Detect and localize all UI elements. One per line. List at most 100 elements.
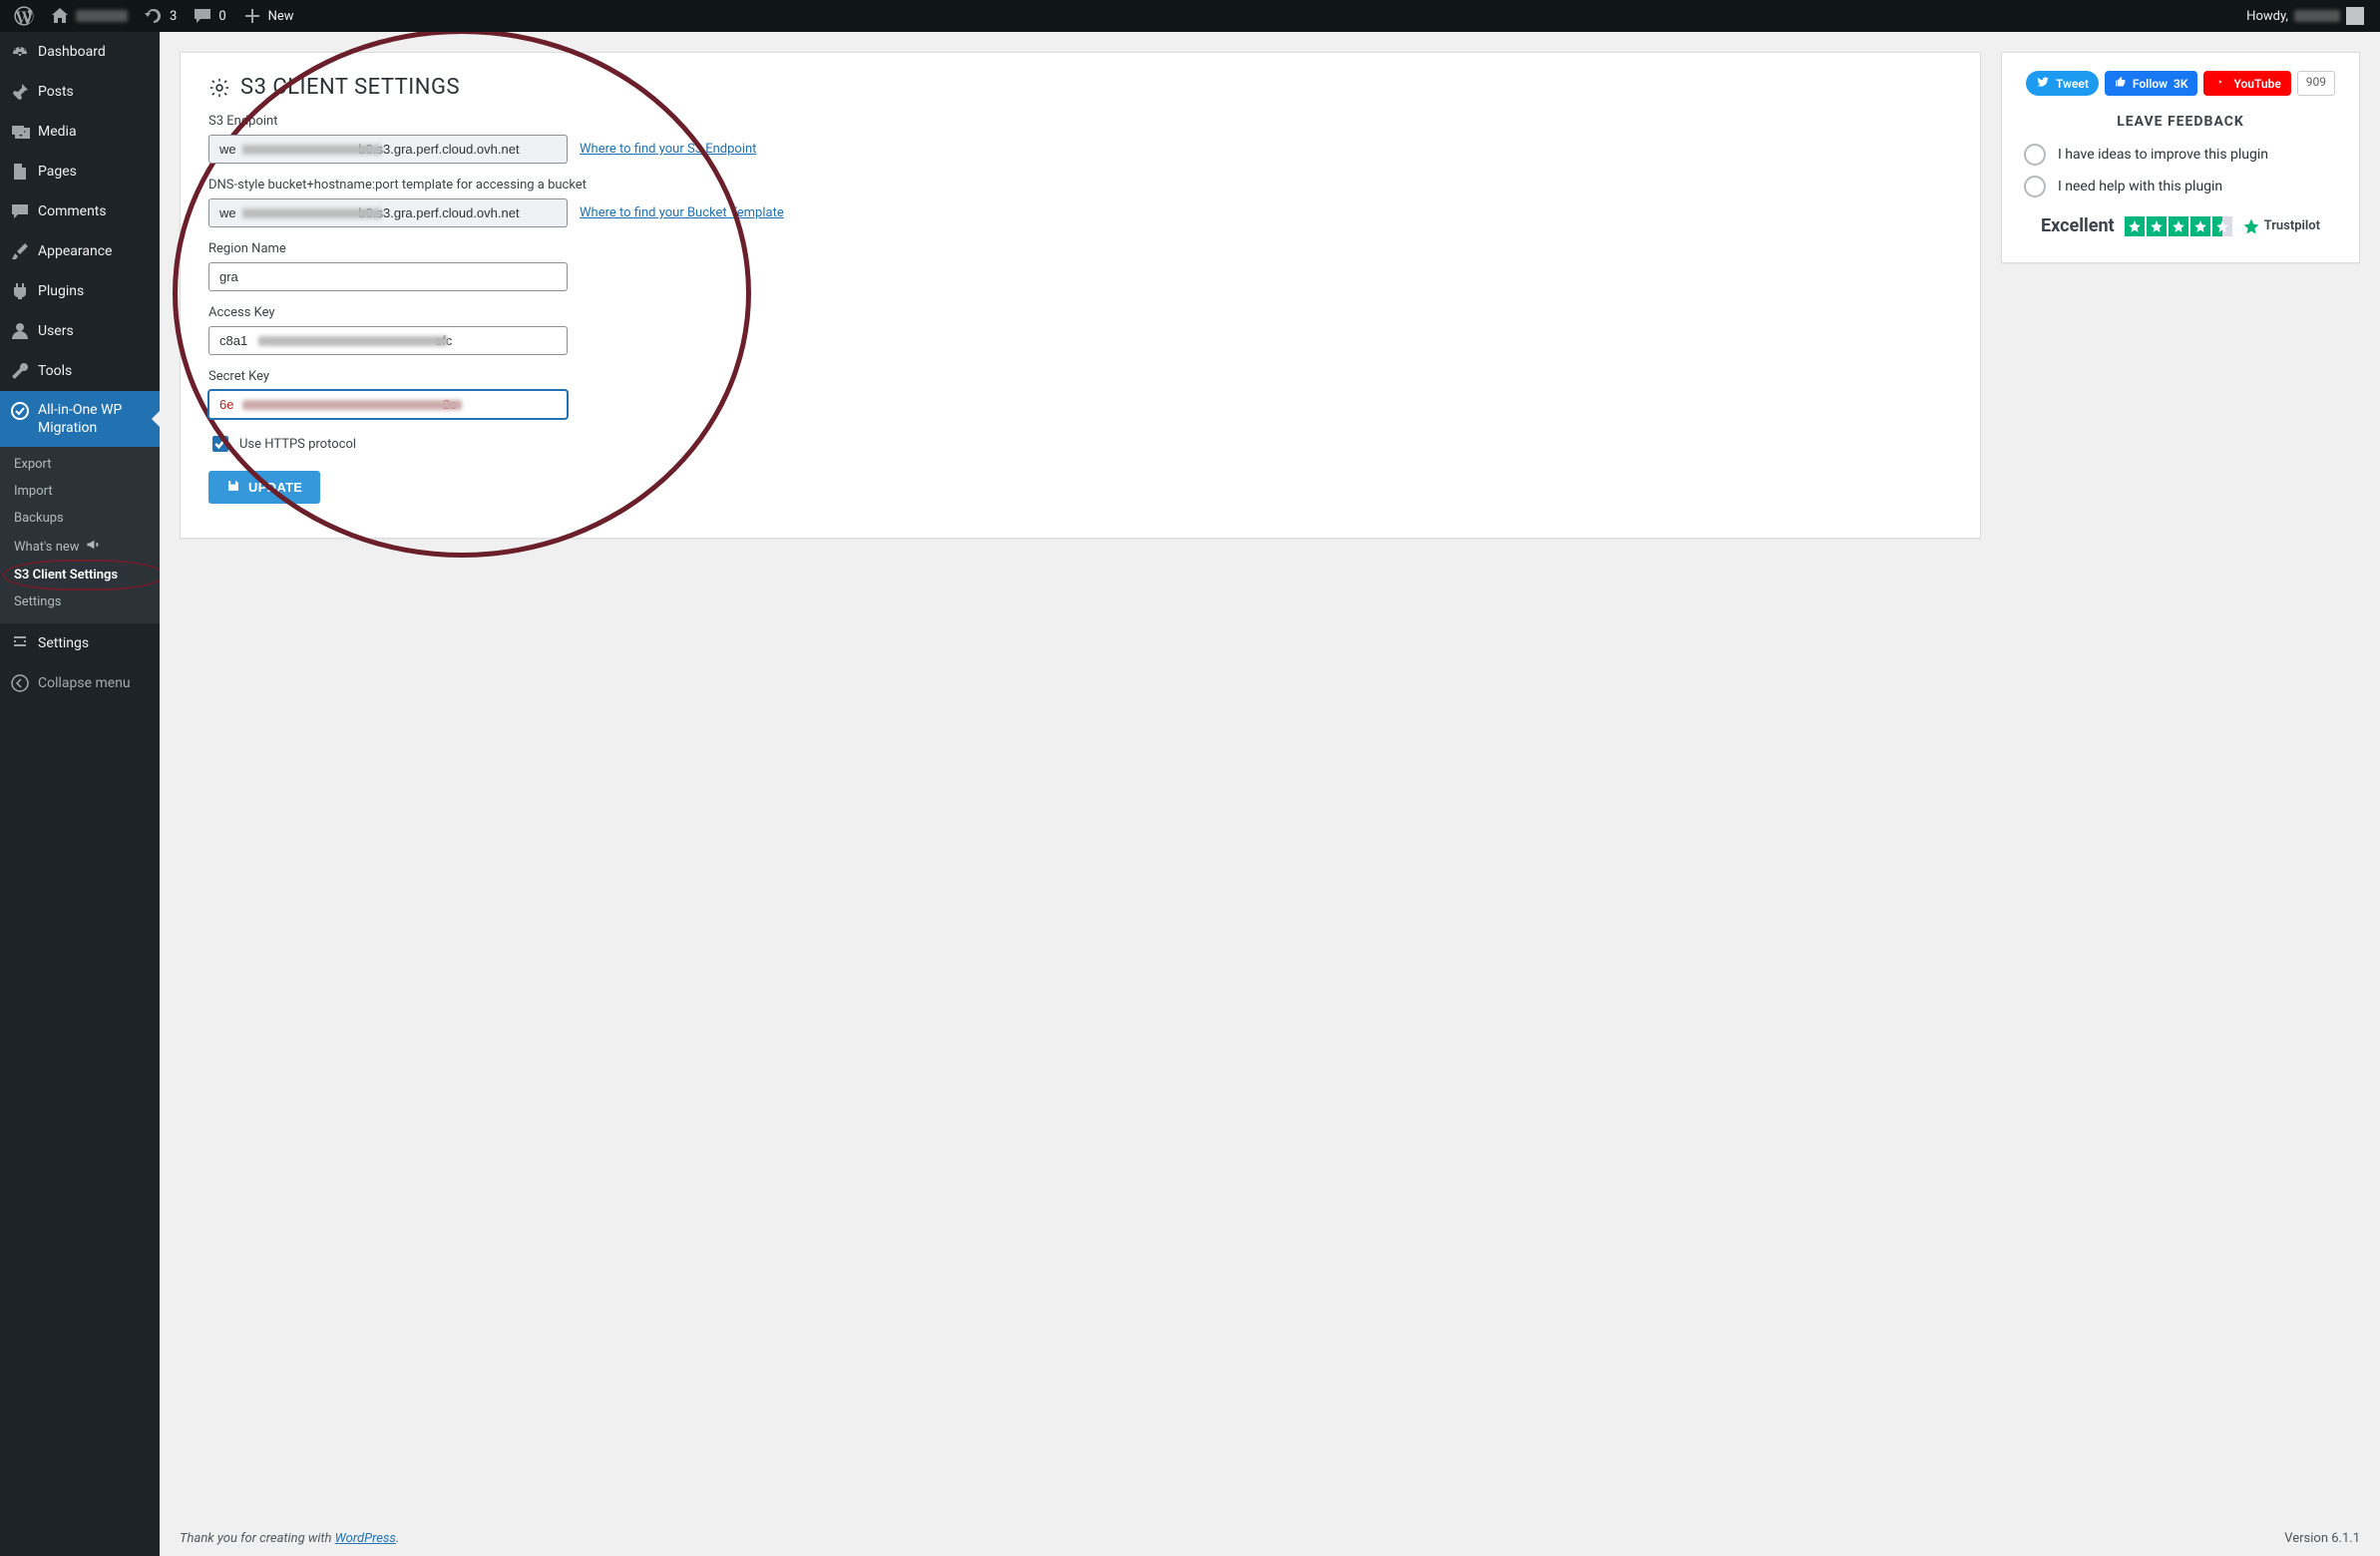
sidebar-item-dashboard[interactable]: Dashboard bbox=[0, 32, 160, 72]
settings-icon bbox=[10, 633, 30, 653]
wp-logo-menu[interactable] bbox=[6, 0, 42, 32]
pages-icon bbox=[10, 162, 30, 182]
thumbs-up-icon bbox=[2115, 76, 2127, 91]
sidebar-item-comments[interactable]: Comments bbox=[0, 192, 160, 231]
secret-label: Secret Key bbox=[208, 369, 1952, 384]
submenu-label: What's new bbox=[14, 540, 80, 555]
feedback-option-2-label: I need help with this plugin bbox=[2058, 179, 2222, 194]
ai1wm-sub-export[interactable]: Export bbox=[0, 451, 160, 478]
admin-footer: Thank you for creating with WordPress. V… bbox=[180, 1531, 2360, 1546]
migration-icon bbox=[10, 401, 30, 421]
account-menu[interactable]: Howdy, bbox=[2238, 0, 2372, 32]
youtube-button[interactable]: YouTube bbox=[2203, 71, 2290, 96]
users-icon bbox=[10, 321, 30, 341]
sidebar-item-collapse[interactable]: Collapse menu bbox=[0, 663, 160, 703]
fb-follow-count: 3K bbox=[2174, 77, 2187, 91]
update-button[interactable]: UPDATE bbox=[208, 471, 320, 504]
feedback-option-1-label: I have ideas to improve this plugin bbox=[2058, 147, 2268, 163]
twitter-tweet-button[interactable]: Tweet bbox=[2026, 71, 2099, 96]
updates-count: 3 bbox=[170, 9, 177, 24]
gear-icon bbox=[208, 77, 230, 99]
admin-sidebar: Dashboard Posts Media Pages Comments App… bbox=[0, 32, 160, 1556]
feedback-option-1-radio[interactable] bbox=[2024, 144, 2046, 166]
region-input[interactable] bbox=[208, 262, 568, 291]
s3-settings-panel: S3 CLIENT SETTINGS S3 Endpoint Where to … bbox=[180, 52, 1981, 539]
comments-menu[interactable]: 0 bbox=[185, 0, 233, 32]
updates-menu[interactable]: 3 bbox=[136, 0, 185, 32]
ai1wm-submenu: Export Import Backups What's new S3 Clie… bbox=[0, 447, 160, 623]
submenu-label: Import bbox=[14, 484, 53, 499]
tweet-label: Tweet bbox=[2056, 77, 2089, 91]
sidebar-item-label: Posts bbox=[38, 84, 74, 100]
ai1wm-sub-import[interactable]: Import bbox=[0, 478, 160, 505]
pin-icon bbox=[10, 82, 30, 102]
star-icon bbox=[2147, 216, 2167, 236]
collapse-icon bbox=[10, 673, 30, 693]
howdy-prefix: Howdy, bbox=[2246, 9, 2288, 24]
fb-follow-label: Follow bbox=[2133, 77, 2168, 91]
submenu-label: Backups bbox=[14, 511, 64, 526]
https-checkbox[interactable] bbox=[212, 436, 228, 452]
page-title-text: S3 CLIENT SETTINGS bbox=[240, 75, 460, 100]
sidebar-item-tools[interactable]: Tools bbox=[0, 351, 160, 391]
update-button-label: UPDATE bbox=[248, 480, 302, 495]
sidebar-item-label: Media bbox=[38, 124, 77, 140]
sidebar-item-plugins[interactable]: Plugins bbox=[0, 271, 160, 311]
sidebar-item-posts[interactable]: Posts bbox=[0, 72, 160, 112]
trustpilot-row[interactable]: Excellent Trustpilot bbox=[2024, 215, 2337, 236]
wordpress-link[interactable]: WordPress bbox=[335, 1531, 396, 1546]
submenu-label: Export bbox=[14, 457, 52, 472]
submenu-label: Settings bbox=[14, 594, 61, 609]
home-icon bbox=[50, 6, 70, 26]
trust-rating-word: Excellent bbox=[2041, 215, 2115, 236]
page-title: S3 CLIENT SETTINGS bbox=[208, 75, 1952, 100]
template-help-link[interactable]: Where to find your Bucket Template bbox=[580, 205, 784, 220]
sidebar-item-label: Comments bbox=[38, 203, 107, 219]
comments-count: 0 bbox=[218, 9, 225, 24]
star-icon bbox=[2125, 216, 2145, 236]
dashboard-icon bbox=[10, 42, 30, 62]
sidebar-item-label: Users bbox=[38, 323, 74, 339]
ai1wm-sub-s3client[interactable]: S3 Client Settings bbox=[0, 562, 160, 588]
new-label: New bbox=[268, 9, 294, 24]
star-half-icon bbox=[2212, 216, 2232, 236]
site-home-menu[interactable] bbox=[42, 0, 136, 32]
sidebar-item-appearance[interactable]: Appearance bbox=[0, 231, 160, 271]
star-icon bbox=[2190, 216, 2210, 236]
facebook-follow-button[interactable]: Follow 3K bbox=[2105, 71, 2198, 96]
ai1wm-sub-backups[interactable]: Backups bbox=[0, 505, 160, 532]
media-icon bbox=[10, 122, 30, 142]
new-content-menu[interactable]: New bbox=[234, 0, 302, 32]
sidebar-item-users[interactable]: Users bbox=[0, 311, 160, 351]
plus-icon bbox=[242, 6, 262, 26]
sidebar-item-label: Appearance bbox=[38, 243, 112, 259]
sidebar-item-label: Tools bbox=[38, 363, 72, 379]
feedback-option-2-radio[interactable] bbox=[2024, 176, 2046, 197]
sidebar-item-label: Settings bbox=[38, 635, 89, 651]
comment-icon bbox=[10, 201, 30, 221]
sidebar-item-label: Plugins bbox=[38, 283, 84, 299]
sidebar-item-pages[interactable]: Pages bbox=[0, 152, 160, 192]
avatar-icon bbox=[2346, 7, 2364, 25]
admin-bar: 3 0 New Howdy, bbox=[0, 0, 2380, 32]
trustpilot-star-icon bbox=[2242, 217, 2260, 235]
sidebar-item-media[interactable]: Media bbox=[0, 112, 160, 152]
yt-label: YouTube bbox=[2233, 77, 2280, 91]
wrench-icon bbox=[10, 361, 30, 381]
user-name-blurred bbox=[2294, 10, 2340, 22]
megaphone-icon bbox=[86, 538, 100, 556]
sidebar-item-ai1wm[interactable]: All-in-One WP Migration bbox=[0, 391, 160, 447]
https-label: Use HTTPS protocol bbox=[239, 437, 356, 452]
save-icon bbox=[226, 479, 240, 496]
ai1wm-sub-whatsnew[interactable]: What's new bbox=[0, 532, 160, 562]
feedback-panel: Tweet Follow 3K YouTube 909 LEAVE FEEDBA… bbox=[2001, 52, 2360, 263]
sidebar-item-settings[interactable]: Settings bbox=[0, 623, 160, 663]
plugin-icon bbox=[10, 281, 30, 301]
region-label: Region Name bbox=[208, 241, 1952, 256]
ai1wm-sub-settings[interactable]: Settings bbox=[0, 588, 160, 615]
endpoint-help-link[interactable]: Where to find your S3 Endpoint bbox=[580, 142, 756, 157]
wordpress-icon bbox=[14, 6, 34, 26]
youtube-icon bbox=[2213, 75, 2227, 92]
youtube-subscriber-count: 909 bbox=[2297, 71, 2335, 96]
comment-icon bbox=[193, 6, 212, 26]
